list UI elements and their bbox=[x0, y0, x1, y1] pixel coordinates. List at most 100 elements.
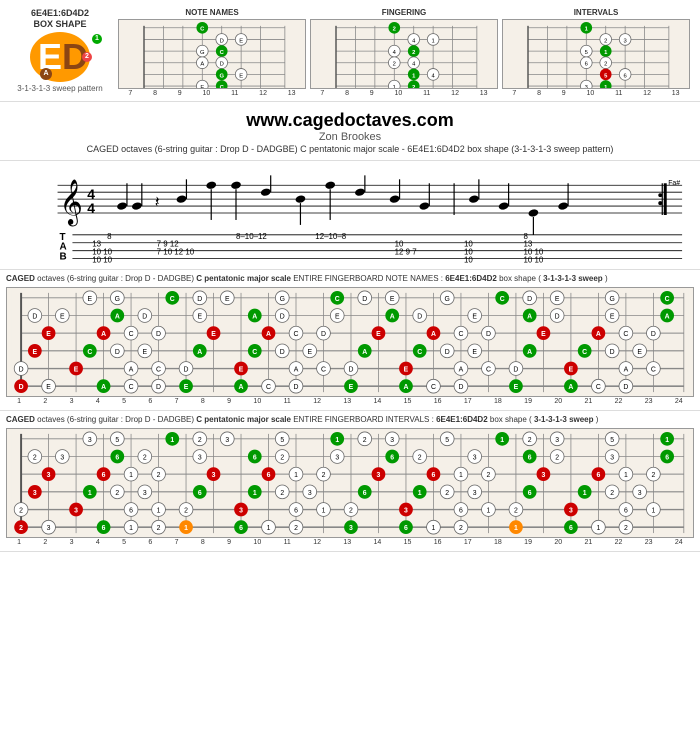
svg-text:3: 3 bbox=[555, 437, 559, 444]
svg-text:3: 3 bbox=[569, 508, 573, 515]
svg-text:B: B bbox=[60, 251, 67, 262]
svg-text:A: A bbox=[239, 384, 244, 391]
svg-text:6: 6 bbox=[294, 508, 298, 515]
svg-text:6: 6 bbox=[102, 526, 106, 533]
website-section: www.cagedoctaves.com Zon Brookes CAGED o… bbox=[0, 102, 700, 161]
svg-text:6: 6 bbox=[198, 490, 202, 497]
svg-text:3: 3 bbox=[473, 490, 477, 497]
svg-text:1: 1 bbox=[129, 472, 133, 479]
svg-text:D: D bbox=[156, 384, 161, 391]
svg-text:3: 3 bbox=[610, 455, 614, 462]
fret-numbers-intervals: 78910111213 bbox=[502, 90, 690, 97]
svg-text:D: D bbox=[19, 366, 24, 373]
svg-text:6: 6 bbox=[624, 73, 627, 79]
svg-text:C: C bbox=[582, 349, 587, 356]
svg-text:3: 3 bbox=[473, 455, 477, 462]
svg-text:1: 1 bbox=[322, 508, 326, 515]
svg-text:A: A bbox=[390, 313, 395, 320]
svg-text:5: 5 bbox=[280, 437, 284, 444]
svg-text:A: A bbox=[200, 62, 204, 68]
svg-text:C: C bbox=[294, 331, 299, 338]
svg-text:2: 2 bbox=[412, 85, 415, 88]
svg-text:10: 10 bbox=[464, 255, 473, 264]
svg-text:C: C bbox=[129, 384, 134, 391]
diagram-intervals: INTERVALS bbox=[502, 8, 690, 97]
svg-text:3: 3 bbox=[47, 472, 51, 479]
svg-text:E: E bbox=[197, 313, 202, 320]
svg-text:1: 1 bbox=[624, 472, 628, 479]
svg-text:C: C bbox=[596, 384, 601, 391]
svg-text:6: 6 bbox=[267, 472, 271, 479]
svg-text:2: 2 bbox=[412, 50, 415, 56]
svg-text:6: 6 bbox=[665, 455, 669, 462]
svg-text:E: E bbox=[390, 296, 395, 303]
svg-text:1: 1 bbox=[500, 437, 504, 444]
svg-text:C: C bbox=[321, 366, 326, 373]
svg-text:D: D bbox=[280, 349, 285, 356]
svg-text:6: 6 bbox=[459, 508, 463, 515]
svg-text:2: 2 bbox=[33, 455, 37, 462]
sheet-section: 𝄞 4 4 𝄽 bbox=[0, 161, 700, 270]
svg-text:E: E bbox=[514, 384, 519, 391]
svg-text:1: 1 bbox=[583, 490, 587, 497]
svg-text:2: 2 bbox=[294, 526, 298, 533]
diagram-note-names: NOTE NAMES bbox=[118, 8, 306, 97]
svg-text:G: G bbox=[115, 296, 120, 303]
logo-subtitle: 3-1-3-1-3 sweep pattern bbox=[17, 84, 102, 93]
svg-text:3: 3 bbox=[88, 437, 92, 444]
svg-text:12 9 7: 12 9 7 bbox=[395, 247, 417, 256]
svg-text:D: D bbox=[184, 366, 189, 373]
svg-text:2: 2 bbox=[363, 437, 367, 444]
svg-text:D: D bbox=[610, 349, 615, 356]
svg-text:2: 2 bbox=[604, 38, 607, 44]
website-url: www.cagedoctaves.com bbox=[0, 110, 700, 131]
svg-text:C: C bbox=[252, 349, 257, 356]
diagram-fingering: FINGERING bbox=[310, 8, 498, 97]
svg-text:2: 2 bbox=[651, 472, 655, 479]
svg-text:1: 1 bbox=[596, 526, 600, 533]
svg-text:2: 2 bbox=[393, 62, 396, 68]
svg-text:3: 3 bbox=[225, 437, 229, 444]
svg-text:A: A bbox=[665, 313, 670, 320]
logo-area: 6E4E1:6D4D2 BOX SHAPE E D 1 2 A 3-1-3-1-… bbox=[10, 8, 110, 93]
svg-text:2: 2 bbox=[487, 472, 491, 479]
svg-text:1: 1 bbox=[514, 526, 518, 533]
svg-text:6: 6 bbox=[129, 508, 133, 515]
svg-text:3: 3 bbox=[60, 455, 64, 462]
fret-numbers-note-names: 78910111213 bbox=[118, 90, 306, 97]
svg-text:A: A bbox=[197, 349, 202, 356]
fret-numbers-full-intervals: 123456789101112131415161718192021222324 bbox=[6, 538, 694, 547]
svg-text:1: 1 bbox=[487, 508, 491, 515]
svg-text:2: 2 bbox=[610, 490, 614, 497]
svg-text:E: E bbox=[376, 331, 381, 338]
svg-text:3: 3 bbox=[74, 508, 78, 515]
svg-text:D: D bbox=[197, 296, 202, 303]
svg-text:D: D bbox=[417, 313, 422, 320]
svg-text:D: D bbox=[555, 313, 560, 320]
svg-text:C: C bbox=[335, 296, 340, 303]
svg-text:E: E bbox=[46, 384, 51, 391]
svg-text:A: A bbox=[403, 384, 408, 391]
svg-text:D: D bbox=[527, 296, 532, 303]
website-desc: CAGED octaves (6-string guitar : Drop D … bbox=[10, 143, 690, 156]
svg-text:1: 1 bbox=[651, 508, 655, 515]
svg-text:3: 3 bbox=[143, 490, 147, 497]
svg-text:3: 3 bbox=[308, 490, 312, 497]
svg-text:E: E bbox=[239, 73, 243, 79]
svg-text:C: C bbox=[665, 296, 670, 303]
note-names-title: CAGED octaves (6-string guitar : Drop D … bbox=[6, 274, 694, 284]
svg-text:A: A bbox=[527, 349, 532, 356]
svg-text:10 10: 10 10 bbox=[92, 255, 112, 264]
svg-text:E: E bbox=[225, 296, 230, 303]
svg-text:D: D bbox=[156, 331, 161, 338]
svg-text:A: A bbox=[101, 384, 106, 391]
svg-text:6: 6 bbox=[239, 526, 243, 533]
svg-text:E: E bbox=[404, 366, 409, 373]
svg-text:6: 6 bbox=[585, 62, 588, 68]
svg-text:A: A bbox=[294, 366, 299, 373]
svg-text:2: 2 bbox=[555, 455, 559, 462]
svg-text:2: 2 bbox=[157, 526, 161, 533]
svg-text:C: C bbox=[458, 331, 463, 338]
logo-dot-2: 2 bbox=[82, 52, 92, 62]
logo-dot-3: A bbox=[40, 68, 52, 80]
